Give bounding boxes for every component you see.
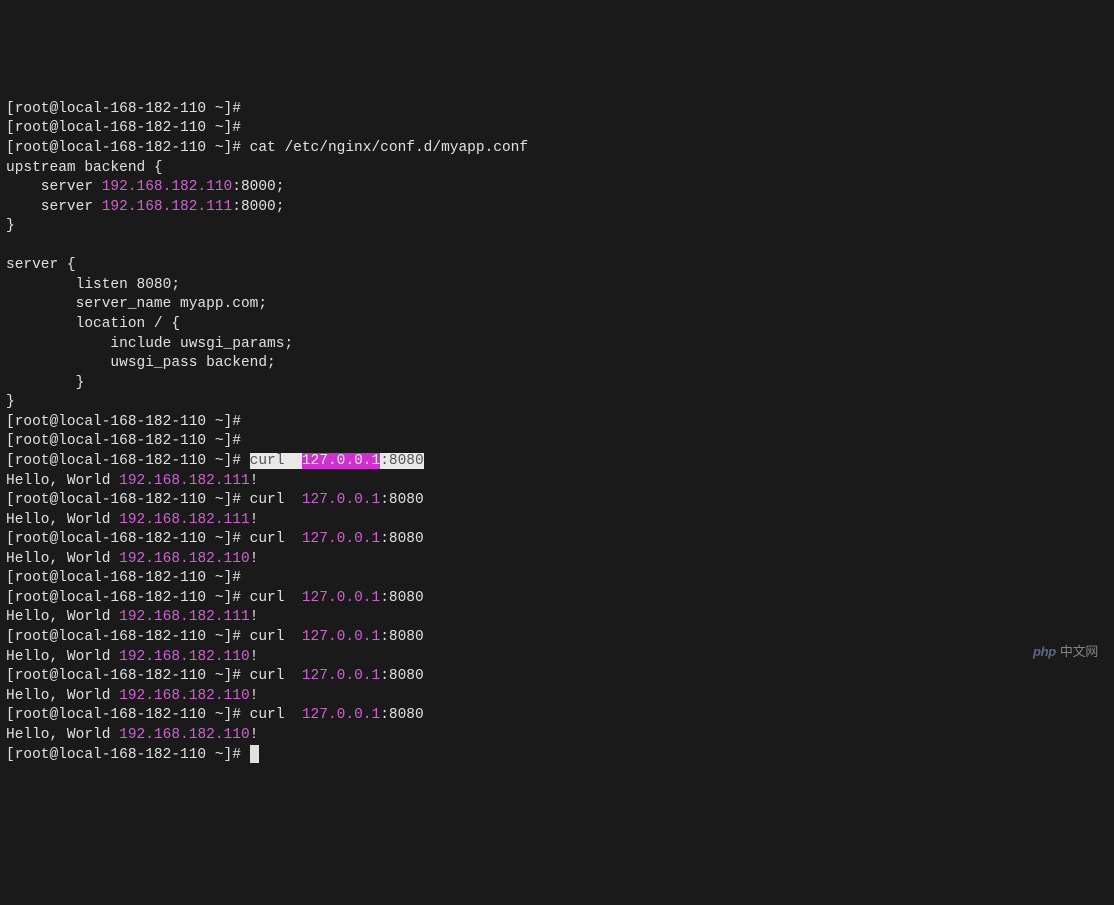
ip-address: 127.0.0.1 [302, 492, 380, 508]
prompt-line: [root@local-168-182-110 ~]# [6, 433, 241, 449]
prompt-line: [root@local-168-182-110 ~]# [6, 414, 241, 430]
watermark-logo: php 中文网 [1033, 643, 1098, 661]
prompt-line: [root@local-168-182-110 ~]# [6, 101, 241, 117]
current-prompt-line[interactable]: [root@local-168-182-110 ~]# [6, 747, 259, 763]
config-content: location / { [6, 316, 180, 332]
prompt-line: [root@local-168-182-110 ~]# [6, 570, 241, 586]
config-content: listen 8080; [6, 277, 180, 293]
config-content: } [6, 375, 84, 391]
curl-command-line: [root@local-168-182-110 ~]# curl 127.0.0… [6, 707, 424, 723]
terminal-output[interactable]: [root@local-168-182-110 ~]# [root@local-… [6, 80, 1108, 766]
config-content: server 192.168.182.111:8000; [6, 199, 284, 215]
config-content: include uwsgi_params; [6, 336, 293, 352]
ip-address: 192.168.182.110 [102, 179, 233, 195]
ip-address: 192.168.182.111 [119, 473, 250, 489]
curl-command-line: [root@local-168-182-110 ~]# curl 127.0.0… [6, 590, 424, 606]
output-line: Hello, World 192.168.182.110! [6, 649, 258, 665]
curl-command-line: [root@local-168-182-110 ~]# curl 127.0.0… [6, 531, 424, 547]
ip-address: 127.0.0.1 [302, 707, 380, 723]
output-line: Hello, World 192.168.182.110! [6, 727, 258, 743]
prompt-line: [root@local-168-182-110 ~]# [6, 120, 241, 136]
curl-command-highlighted: [root@local-168-182-110 ~]# curl 127.0.0… [6, 453, 424, 469]
selected-ip: 127.0.0.1 [302, 453, 380, 469]
ip-address: 192.168.182.111 [102, 199, 233, 215]
ip-address: 192.168.182.110 [119, 551, 250, 567]
ip-address: 127.0.0.1 [302, 531, 380, 547]
config-content: server_name myapp.com; [6, 296, 267, 312]
output-line: Hello, World 192.168.182.110! [6, 688, 258, 704]
ip-address: 192.168.182.110 [119, 727, 250, 743]
output-line: Hello, World 192.168.182.110! [6, 551, 258, 567]
config-content: server { [6, 257, 76, 273]
config-content: upstream backend { [6, 160, 163, 176]
cat-command-line: [root@local-168-182-110 ~]# cat /etc/ngi… [6, 140, 528, 156]
config-content: server 192.168.182.110:8000; [6, 179, 284, 195]
ip-address: 192.168.182.111 [119, 512, 250, 528]
config-content: } [6, 218, 15, 234]
ip-address: 192.168.182.110 [119, 649, 250, 665]
ip-address: 127.0.0.1 [302, 629, 380, 645]
output-line: Hello, World 192.168.182.111! [6, 512, 258, 528]
config-content: uwsgi_pass backend; [6, 355, 276, 371]
curl-command-line: [root@local-168-182-110 ~]# curl 127.0.0… [6, 492, 424, 508]
selected-text: :8080 [380, 453, 424, 469]
cursor-icon [250, 745, 259, 763]
output-line: Hello, World 192.168.182.111! [6, 609, 258, 625]
output-line: Hello, World 192.168.182.111! [6, 473, 258, 489]
ip-address: 192.168.182.110 [119, 688, 250, 704]
curl-command-line: [root@local-168-182-110 ~]# curl 127.0.0… [6, 629, 424, 645]
config-content: } [6, 394, 15, 410]
selected-text: curl [250, 453, 302, 469]
ip-address: 127.0.0.1 [302, 590, 380, 606]
ip-address: 192.168.182.111 [119, 609, 250, 625]
